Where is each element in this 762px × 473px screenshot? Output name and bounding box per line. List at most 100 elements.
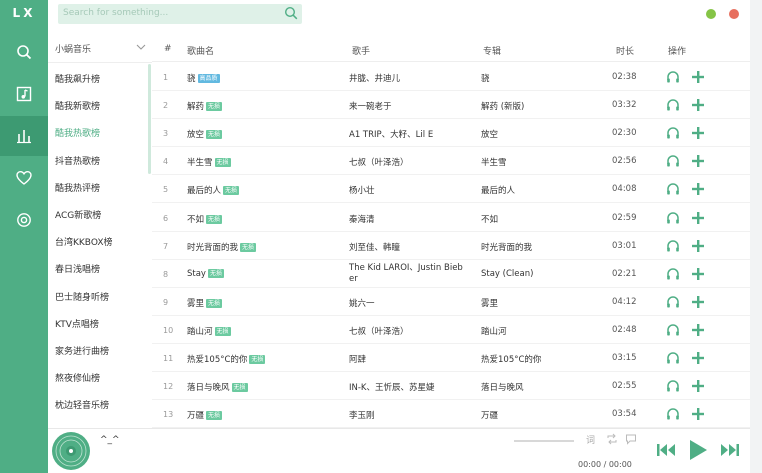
leaderboard-item[interactable]: 酷我飙升榜 (55, 72, 100, 85)
volume-slider[interactable] (514, 440, 574, 442)
leaderboard-item[interactable]: 酷我热歌榜 (55, 126, 100, 139)
song-album[interactable]: 万疆 (481, 409, 498, 421)
song-title[interactable]: 放空 无损 (187, 128, 223, 140)
song-album[interactable]: 时光背面的我 (481, 241, 532, 253)
headphones-icon[interactable] (666, 295, 680, 309)
add-icon[interactable] (691, 351, 705, 365)
song-album[interactable]: 雾里 (481, 297, 498, 309)
table-row[interactable]: 3 放空 无损 A1 TRIP、大籽、Lil E 放空 02:30 (152, 119, 750, 148)
song-artist[interactable]: 来一碗老于 (349, 100, 392, 112)
song-album[interactable]: 解药 (新版) (481, 100, 524, 112)
add-icon[interactable] (691, 323, 705, 337)
leaderboard-item[interactable]: 枕边轻音乐榜 (55, 398, 109, 411)
search-input[interactable]: Search for something... (63, 8, 168, 18)
headphones-icon[interactable] (666, 70, 680, 84)
next-icon[interactable] (720, 442, 740, 458)
leaderboard-item[interactable]: 春日浅唱榜 (55, 262, 100, 275)
table-row[interactable]: 10 踏山河 无损 七叔（叶泽浩） 踏山河 02:48 (152, 316, 750, 344)
leaderboard-item[interactable]: 巴士随身听榜 (55, 290, 109, 303)
song-artist[interactable]: 秦海清 (349, 213, 375, 225)
song-title[interactable]: 最后的人 无损 (187, 184, 240, 196)
table-row[interactable]: 11 热爱105°C的你 无损 阿肆 热爱105°C的你 03:15 (152, 344, 750, 372)
song-title[interactable]: 落日与晚风 无损 (187, 381, 248, 393)
song-artist[interactable]: 七叔（叶泽浩） (349, 325, 409, 337)
close-button[interactable] (729, 9, 739, 19)
search-icon[interactable] (284, 6, 298, 20)
headphones-icon[interactable] (666, 267, 680, 281)
headphones-icon[interactable] (666, 182, 680, 196)
song-artist[interactable]: IN-K、王忻辰、苏星婕 (349, 381, 435, 393)
song-album[interactable]: 骁 (481, 72, 490, 84)
song-title[interactable]: 万疆 无损 (187, 409, 223, 421)
table-row[interactable]: 5 最后的人 无损 杨小壮 最后的人 04:08 (152, 175, 750, 204)
song-artist[interactable]: A1 TRIP、大籽、Lil E (349, 128, 433, 140)
nav-favorites[interactable] (0, 158, 48, 198)
add-icon[interactable] (691, 126, 705, 140)
leaderboard-item[interactable]: 熬夜修仙榜 (55, 371, 100, 384)
song-artist[interactable]: 姚六一 (349, 297, 375, 309)
song-artist[interactable]: 杨小壮 (349, 184, 375, 196)
table-row[interactable]: 9 雾里 无损 姚六一 雾里 04:12 (152, 288, 750, 316)
add-icon[interactable] (691, 379, 705, 393)
table-row[interactable]: 13 万疆 无损 李玉刚 万疆 03:54 (152, 400, 750, 429)
song-title[interactable]: 雾里 无损 (187, 297, 223, 309)
nav-leaderboard[interactable] (0, 116, 48, 156)
leaderboard-item[interactable]: 抖音热歌榜 (55, 154, 100, 167)
add-icon[interactable] (691, 182, 705, 196)
lyrics-icon[interactable]: 词 (586, 433, 598, 445)
add-icon[interactable] (691, 211, 705, 225)
leaderboard-item[interactable]: 台湾KKBOX榜 (55, 235, 113, 248)
song-album[interactable]: 踏山河 (481, 325, 507, 337)
leaderboard-item[interactable]: 酷我新歌榜 (55, 99, 100, 112)
minimize-button[interactable] (706, 9, 716, 19)
song-title[interactable]: 时光背面的我 无损 (187, 241, 257, 253)
song-artist[interactable]: 李玉刚 (349, 409, 375, 421)
leaderboard-item[interactable]: 酷我热评榜 (55, 181, 100, 194)
nav-search[interactable] (0, 32, 48, 72)
loop-icon[interactable] (606, 433, 618, 445)
table-row[interactable]: 7 时光背面的我 无损 刘至佳、韩瞳 时光背面的我 03:01 (152, 232, 750, 260)
search-box[interactable]: Search for something... (58, 4, 302, 24)
add-icon[interactable] (691, 154, 705, 168)
song-title[interactable]: 踏山河 无损 (187, 325, 231, 337)
song-title[interactable]: 解药 无损 (187, 100, 223, 112)
add-icon[interactable] (691, 239, 705, 253)
song-title[interactable]: 不如 无损 (187, 213, 223, 225)
headphones-icon[interactable] (666, 407, 680, 421)
song-album[interactable]: 半生雪 (481, 156, 507, 168)
previous-icon[interactable] (656, 442, 676, 458)
song-title[interactable]: 半生雪 无损 (187, 156, 231, 168)
song-artist[interactable]: 阿肆 (349, 353, 366, 365)
song-title[interactable]: Stay 无损 (187, 268, 224, 279)
comment-icon[interactable] (625, 433, 637, 445)
headphones-icon[interactable] (666, 379, 680, 393)
song-album[interactable]: Stay (Clean) (481, 269, 533, 279)
table-row[interactable]: 4 半生雪 无损 七叔（叶泽浩） 半生雪 02:56 (152, 147, 750, 176)
add-icon[interactable] (691, 407, 705, 421)
song-album[interactable]: 落日与晚风 (481, 381, 524, 393)
nav-songlist[interactable] (0, 74, 48, 114)
add-icon[interactable] (691, 98, 705, 112)
album-disc-icon[interactable] (51, 431, 91, 471)
add-icon[interactable] (691, 70, 705, 84)
source-selector[interactable]: 小蜗音乐 (55, 42, 91, 55)
song-artist[interactable]: The Kid LAROI、Justin Bieb er (349, 263, 463, 285)
table-row[interactable]: 8 Stay 无损 The Kid LAROI、Justin Bieb er Stay (… (152, 260, 750, 288)
leaderboard-item[interactable]: 家务进行曲榜 (55, 344, 109, 357)
table-row[interactable]: 12 落日与晚风 无损 IN-K、王忻辰、苏星婕 落日与晚风 02:55 (152, 372, 750, 401)
song-artist[interactable]: 七叔（叶泽浩） (349, 156, 409, 168)
headphones-icon[interactable] (666, 98, 680, 112)
song-title[interactable]: 热爱105°C的你 无损 (187, 353, 266, 365)
nav-settings[interactable] (0, 200, 48, 240)
leaderboard-item[interactable]: ACG新歌榜 (55, 208, 101, 221)
song-artist[interactable]: 井胧、井迪儿 (349, 72, 400, 84)
song-album[interactable]: 不如 (481, 213, 498, 225)
song-artist[interactable]: 刘至佳、韩瞳 (349, 241, 400, 253)
leaderboard-item[interactable]: KTV点唱榜 (55, 317, 99, 330)
headphones-icon[interactable] (666, 239, 680, 253)
song-title[interactable]: 骁高品质 (187, 72, 220, 84)
play-icon[interactable] (687, 438, 709, 462)
add-icon[interactable] (691, 267, 705, 281)
headphones-icon[interactable] (666, 154, 680, 168)
chevron-down-icon[interactable] (136, 43, 146, 51)
